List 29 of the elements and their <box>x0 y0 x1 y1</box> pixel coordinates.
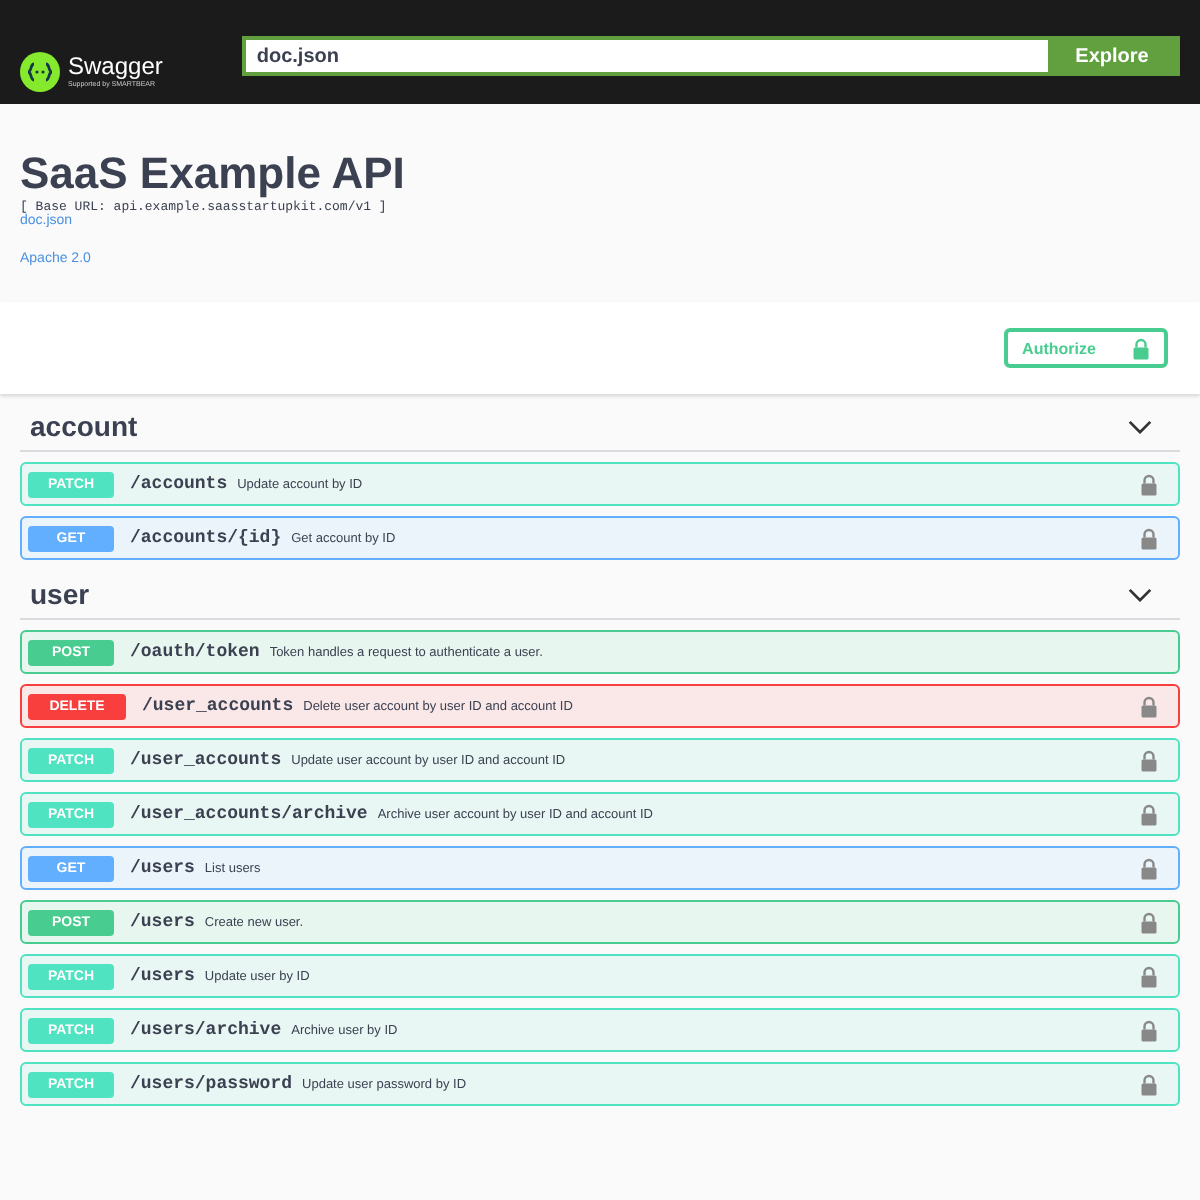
endpoint-path: /users/password <box>130 1074 293 1094</box>
endpoint-path: /user_accounts/archive <box>130 804 368 824</box>
chevron-icon[interactable] <box>1128 587 1152 601</box>
tag-title[interactable]: account <box>30 410 138 442</box>
lock-icon[interactable] <box>1140 749 1158 771</box>
api-title: SaaS Example API <box>20 148 405 200</box>
lock-icon[interactable] <box>1140 965 1158 987</box>
lock-icon[interactable] <box>1140 803 1158 825</box>
endpoint-path: /accounts/{id} <box>130 528 282 548</box>
lock-icon[interactable] <box>1140 1073 1158 1095</box>
lock-icon[interactable] <box>1140 857 1158 879</box>
endpoint-path: /oauth/token <box>130 642 260 662</box>
lock-icon[interactable] <box>1140 695 1158 717</box>
lock-icon[interactable] <box>1140 1019 1158 1041</box>
tag-title[interactable]: user <box>30 578 90 610</box>
endpoint-path: /users <box>130 912 195 932</box>
endpoint-path: /users <box>130 966 195 986</box>
swagger-logo-icon <box>20 52 60 92</box>
endpoint-path: /user_accounts <box>130 750 282 770</box>
endpoint-path: /users/archive <box>130 1020 282 1040</box>
lock-icon[interactable] <box>1140 527 1158 549</box>
brand-name: Swagger <box>68 54 163 80</box>
endpoint-path: /user_accounts <box>142 696 294 716</box>
endpoint-path: /users <box>130 858 195 878</box>
lock-icon[interactable] <box>1140 911 1158 933</box>
lock-icon[interactable] <box>1140 473 1158 495</box>
lock-icon <box>1131 337 1150 359</box>
chevron-icon[interactable] <box>1128 419 1152 433</box>
endpoint-path: /accounts <box>130 474 228 494</box>
